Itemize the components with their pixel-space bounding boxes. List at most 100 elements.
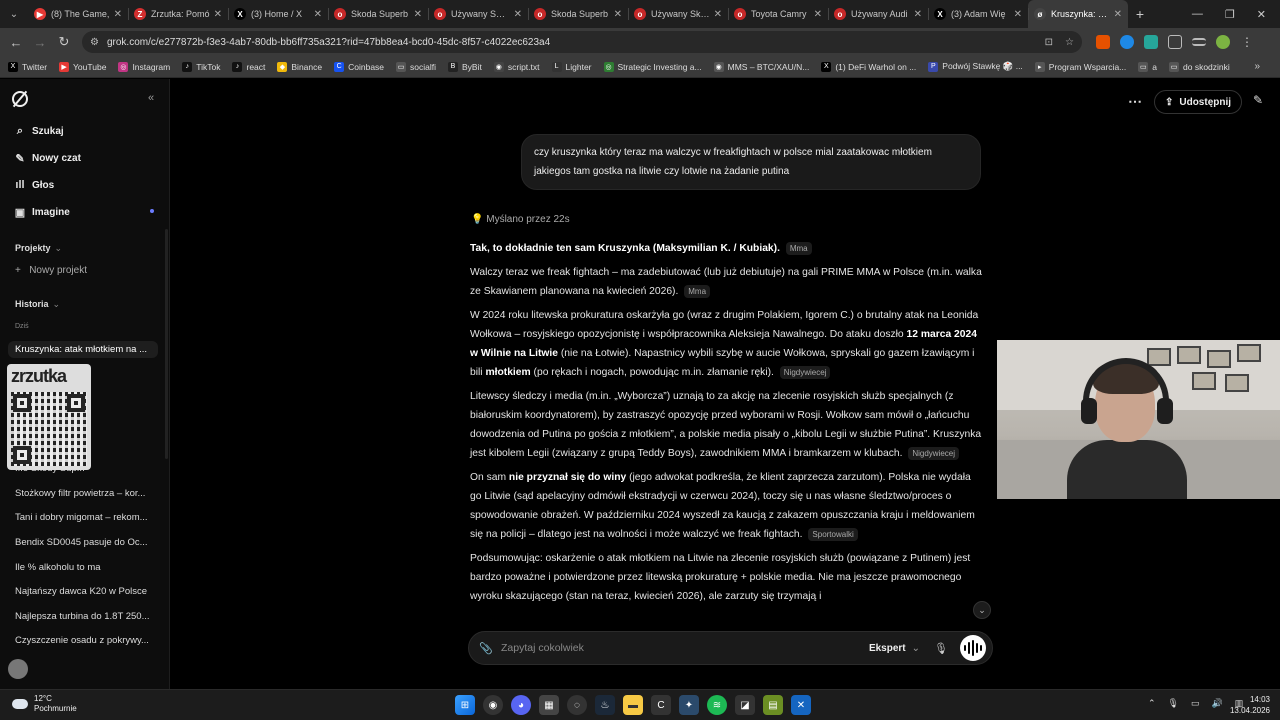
extension-icon[interactable] [1144, 35, 1158, 49]
close-tab-icon[interactable]: ✕ [1114, 9, 1122, 20]
bookmark-item[interactable]: ◆ Binance [277, 61, 322, 72]
bookmark-item[interactable]: X Twitter [8, 61, 47, 72]
microphone-icon[interactable]: 🎙 [934, 642, 948, 655]
bookmark-star-icon[interactable]: ☆ [1065, 37, 1074, 48]
browser-tab[interactable]: o Skoda Superb ✕ [528, 0, 628, 28]
puzzle-icon[interactable] [1168, 35, 1182, 49]
close-tab-icon[interactable]: ✕ [1014, 9, 1022, 20]
app-icon[interactable]: ▤ [763, 695, 783, 715]
grok-logo[interactable] [12, 91, 28, 107]
bookmark-item[interactable]: ◎ Instagram [118, 61, 170, 72]
history-item[interactable]: Najlepsza turbina do 1.8T 250... [8, 608, 158, 625]
bookmark-item[interactable]: X (1) DeFi Warhol on ... [821, 61, 916, 72]
forward-icon[interactable]: → [28, 35, 52, 50]
sidebar-item-imagine[interactable]: ▣ Imagine [14, 206, 70, 219]
scroll-down-icon[interactable]: ⌄ [973, 601, 991, 619]
browser-tab[interactable]: o Używany Audi ✕ [828, 0, 928, 28]
minimize-icon[interactable]: — [1192, 8, 1203, 20]
history-item[interactable]: Tani i dobry migomat – rekom... [8, 509, 158, 526]
bookmark-item[interactable]: P Podwój Stawkę 🎲 ... [928, 61, 1023, 72]
chat-input[interactable] [501, 642, 869, 654]
close-tab-icon[interactable]: ✕ [814, 9, 822, 20]
bookmark-item[interactable]: ▶ YouTube [59, 61, 106, 72]
app-icon[interactable]: ◪ [735, 695, 755, 715]
bookmark-item[interactable]: ◎ Strategic Investing a... [603, 61, 702, 72]
user-avatar[interactable] [8, 659, 28, 679]
back-icon[interactable]: ← [4, 35, 28, 50]
history-item[interactable]: Ile % alkoholu to ma [8, 559, 158, 576]
collapse-sidebar-icon[interactable]: « [148, 92, 154, 104]
extension-icon[interactable] [1120, 35, 1134, 49]
weather-widget[interactable]: 12°C Pochmurnie [12, 694, 77, 714]
file-explorer-icon[interactable]: ▬ [623, 695, 643, 715]
tab-list-icon[interactable] [1192, 38, 1206, 46]
browser-tab[interactable]: o Skoda Superb ✕ [328, 0, 428, 28]
bookmark-item[interactable]: ▭ a [1138, 61, 1157, 72]
browser-tab[interactable]: X (3) Adam Wię ✕ [928, 0, 1028, 28]
browser-tab[interactable]: ▶ (8) The Game, ✕ [28, 0, 128, 28]
browser-tab[interactable]: o Toyota Camry ✕ [728, 0, 828, 28]
app-icon[interactable]: ◌ [567, 695, 587, 715]
history-item[interactable]: Kruszynka: atak młotkiem na ... [8, 341, 158, 358]
close-tab-icon[interactable]: ✕ [314, 9, 322, 20]
windows-start-icon[interactable]: ⊞ [455, 695, 475, 715]
bookmark-item[interactable]: C Coinbase [334, 61, 384, 72]
bookmark-item[interactable]: ◉ script.txt [493, 61, 540, 72]
close-tab-icon[interactable]: ✕ [414, 9, 422, 20]
bookmark-item[interactable]: B ByBit [448, 61, 482, 72]
sidebar-scrollbar[interactable] [165, 229, 168, 459]
edit-icon[interactable]: ✎ [1253, 93, 1263, 107]
microphone-tray-icon[interactable]: 🎙 [1168, 698, 1179, 709]
tab-search-icon[interactable]: ⌄ [0, 0, 28, 28]
close-tab-icon[interactable]: ✕ [714, 9, 722, 20]
projects-section-toggle[interactable]: Projekty ⌄ [15, 243, 62, 254]
attach-icon[interactable]: 📎 [479, 642, 495, 655]
app-icon[interactable]: ✕ [791, 695, 811, 715]
voice-mode-button[interactable] [960, 635, 986, 661]
thinking-toggle[interactable]: 💡 Myślano przez 22s [471, 214, 570, 225]
history-section-toggle[interactable]: Historia ⌄ [15, 299, 60, 310]
mode-selector[interactable]: Ekspert ⌄ [869, 643, 920, 654]
share-button[interactable]: ⇪ Udostępnij [1154, 90, 1242, 114]
bookmarks-overflow-icon[interactable]: » [1254, 61, 1280, 72]
sidebar-item-search[interactable]: ⌕ Szukaj [14, 125, 64, 138]
source-chip[interactable]: Mma [684, 285, 711, 298]
more-options-icon[interactable]: ⋯ [1128, 93, 1142, 110]
chrome-icon[interactable]: ◉ [483, 695, 503, 715]
bookmark-item[interactable]: ◉ MMS – BTC/XAU/N... [713, 61, 809, 72]
address-url[interactable]: grok.com/c/e277872b-f3e3-4ab7-80db-bb6ff… [107, 37, 1033, 48]
history-item[interactable]: Bendix SD0045 pasuje do Oc... [8, 534, 158, 551]
sidebar-item-new-chat[interactable]: ✎ Nowy czat [14, 152, 81, 165]
browser-tab[interactable]: o Używany Skod ✕ [628, 0, 728, 28]
tray-overflow-icon[interactable]: ⌃ [1148, 698, 1156, 709]
discord-icon[interactable]: ◕ [511, 695, 531, 715]
app-icon[interactable]: ✦ [679, 695, 699, 715]
bookmark-item[interactable]: L Lighter [551, 61, 592, 72]
source-chip[interactable]: Sportowalki [808, 528, 858, 541]
profile-avatar[interactable] [1216, 35, 1230, 49]
steam-icon[interactable]: ♨ [595, 695, 615, 715]
reload-icon[interactable]: ↻ [52, 34, 76, 50]
restore-icon[interactable]: ❐ [1225, 8, 1235, 21]
extension-icon[interactable] [1096, 35, 1110, 49]
app-icon[interactable]: C [651, 695, 671, 715]
new-tab-button[interactable]: + [1128, 6, 1152, 22]
bookmark-item[interactable]: ▭ do skodzinki [1169, 61, 1230, 72]
close-tab-icon[interactable]: ✕ [614, 9, 622, 20]
address-bar[interactable]: ⚙ grok.com/c/e277872b-f3e3-4ab7-80db-bb6… [82, 31, 1082, 53]
install-app-icon[interactable]: ⊡ [1045, 37, 1053, 48]
sidebar-item-voice[interactable]: ıll Głos [14, 179, 54, 191]
browser-tab[interactable]: ø Kruszynka: ata ✕ [1028, 0, 1128, 28]
history-item[interactable]: Czyszczenie osadu z pokrywy... [8, 632, 158, 649]
close-tab-icon[interactable]: ✕ [114, 9, 122, 20]
source-chip[interactable]: Mma [785, 242, 812, 255]
bookmark-item[interactable]: ♪ TikTok [182, 61, 220, 72]
bookmark-item[interactable]: ♪ react [232, 61, 265, 72]
bookmark-item[interactable]: ▭ socialfi [396, 61, 436, 72]
source-chip[interactable]: Nigdywiecej [908, 447, 960, 460]
bookmark-item[interactable]: ▸ Program Wsparcia... [1034, 61, 1126, 72]
app-icon[interactable]: ▦ [539, 695, 559, 715]
display-icon[interactable]: ▭ [1191, 698, 1200, 709]
close-tab-icon[interactable]: ✕ [214, 9, 222, 20]
browser-tab[interactable]: Z Zrzutka: Pomó ✕ [128, 0, 228, 28]
